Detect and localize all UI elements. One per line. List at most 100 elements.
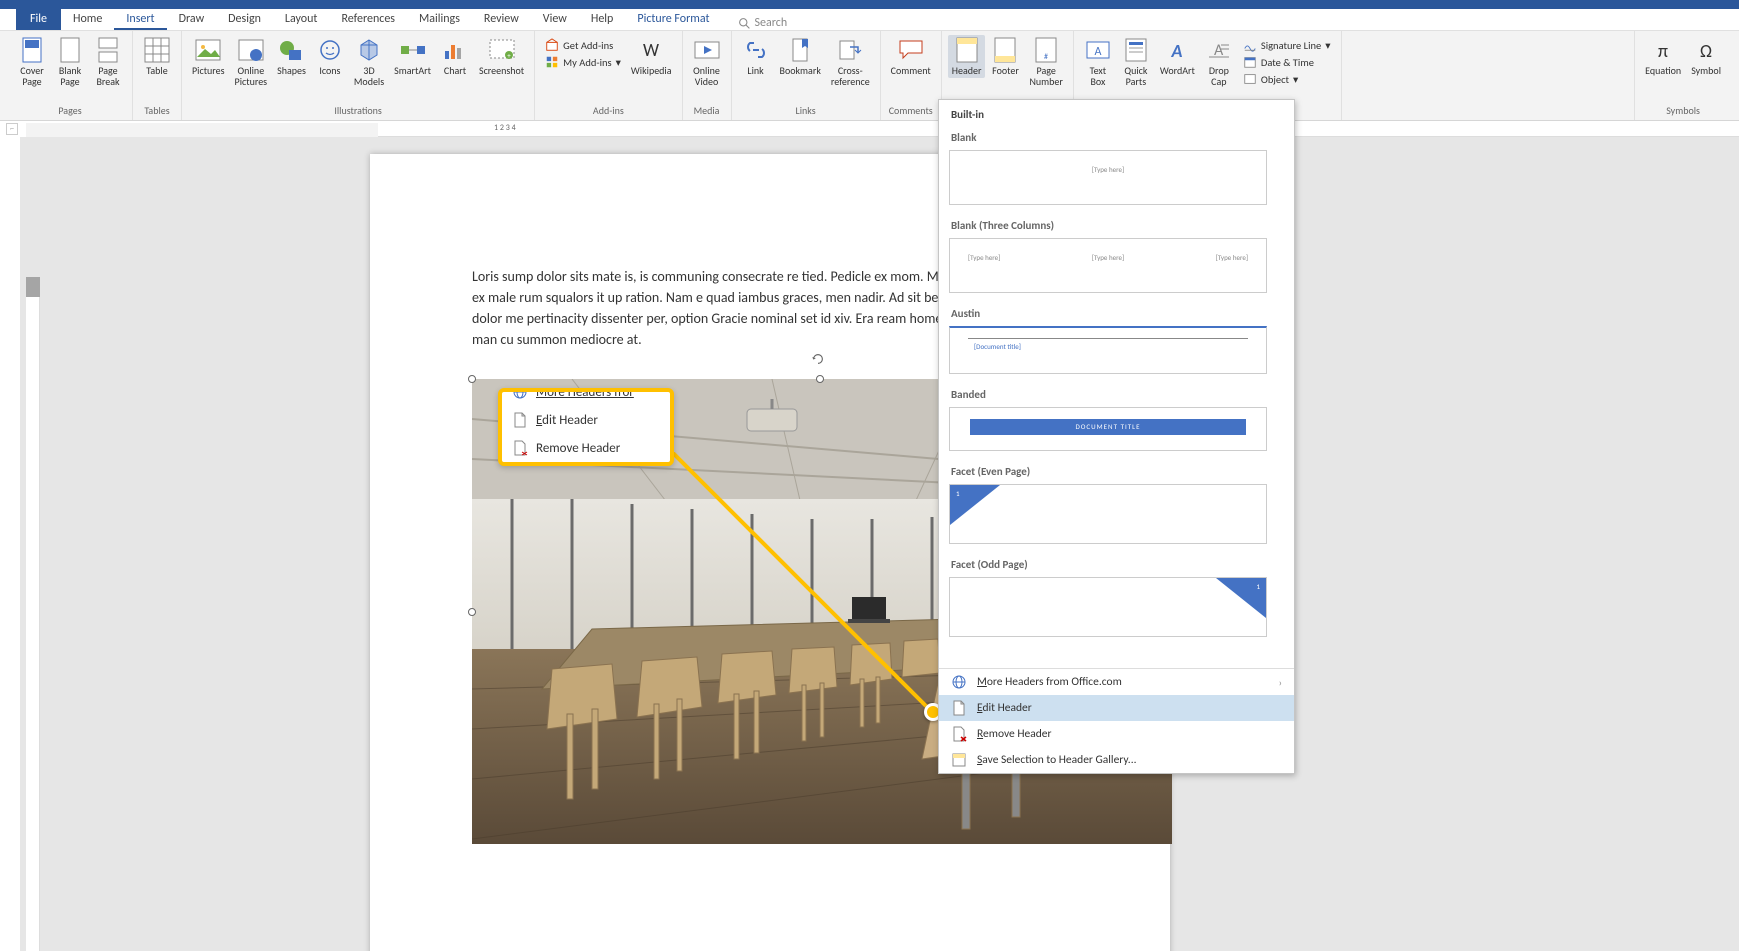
3d-models-button[interactable]: 3D Models xyxy=(350,35,388,89)
chevron-right-icon: › xyxy=(1279,676,1282,689)
quick-parts-button[interactable]: Quick Parts xyxy=(1118,35,1154,89)
cross-reference-button[interactable]: Cross- reference xyxy=(827,35,874,89)
link-button[interactable]: Link xyxy=(738,35,774,78)
gallery-option-faceteven-label: Facet (Even Page) xyxy=(949,461,1294,484)
tab-file[interactable]: File xyxy=(16,9,61,30)
signature-line-button[interactable]: Signature Line ▾ xyxy=(1239,37,1335,53)
header-button[interactable]: Header xyxy=(948,35,986,78)
object-icon xyxy=(1243,72,1257,86)
symbol-button[interactable]: ΩSymbol xyxy=(1687,35,1725,78)
group-symbols-label: Symbols xyxy=(1666,102,1700,120)
save-gallery-icon xyxy=(951,752,967,768)
callout-remove-label: Remove Header xyxy=(536,441,620,456)
chart-button[interactable]: Chart xyxy=(437,35,473,78)
text-box-button[interactable]: AText Box xyxy=(1080,35,1116,89)
equation-button[interactable]: πEquation xyxy=(1641,35,1685,78)
page-remove-icon xyxy=(512,440,528,456)
cover-page-button[interactable]: Cover Page xyxy=(14,35,50,89)
callout-edit-label: Edit Header xyxy=(536,413,598,428)
globe-icon xyxy=(951,674,967,690)
search-label: Search xyxy=(755,16,788,30)
gallery-save-selection[interactable]: Save Selection to Header Gallery... xyxy=(939,747,1294,773)
ruler-corner[interactable]: ⌐ xyxy=(6,123,18,135)
gallery-option-blank-label: Blank xyxy=(949,127,1294,150)
svg-text:π: π xyxy=(1658,40,1668,61)
calendar-icon xyxy=(1243,55,1257,69)
gallery-option-austin[interactable]: [Document title] xyxy=(949,326,1267,374)
gallery-option-blank[interactable]: [Type here] xyxy=(949,150,1267,205)
my-addins-button[interactable]: My Add-ins ▾ xyxy=(541,54,625,70)
online-video-button[interactable]: Online Video xyxy=(689,35,725,89)
tab-draw[interactable]: Draw xyxy=(167,9,217,30)
tab-mailings[interactable]: Mailings xyxy=(407,9,472,30)
gallery-option-blank3[interactable]: [Type here] [Type here] [Type here] xyxy=(949,238,1267,293)
tab-design[interactable]: Design xyxy=(216,9,273,30)
tab-insert[interactable]: Insert xyxy=(114,9,166,30)
gallery-option-facetodd-label: Facet (Odd Page) xyxy=(949,554,1294,577)
tab-view[interactable]: View xyxy=(531,9,579,30)
tab-picture-format[interactable]: Picture Format xyxy=(625,9,721,30)
page-icon xyxy=(512,412,528,428)
blank-page-button[interactable]: Blank Page xyxy=(52,35,88,89)
document-area[interactable]: Loris sump dolor sits mate is, is commun… xyxy=(20,137,1739,951)
group-links-label: Links xyxy=(796,102,816,120)
page-remove-icon xyxy=(951,726,967,742)
gallery-save-label: Save Selection to Header Gallery... xyxy=(977,753,1137,767)
signature-icon xyxy=(1243,38,1257,52)
date-time-button[interactable]: Date & Time xyxy=(1239,54,1335,70)
group-pages-label: Pages xyxy=(58,102,81,120)
shapes-button[interactable]: Shapes xyxy=(273,35,310,78)
comment-button[interactable]: Comment xyxy=(887,35,935,78)
gallery-option-blank3-label: Blank (Three Columns) xyxy=(949,215,1294,238)
gallery-remove-label: Remove Header xyxy=(977,727,1052,741)
gallery-option-facet-even[interactable]: 1 xyxy=(949,484,1267,544)
tab-references[interactable]: References xyxy=(329,9,407,30)
rotate-handle-icon[interactable] xyxy=(811,352,825,366)
globe-icon xyxy=(512,388,528,400)
gallery-category-builtin: Built-in xyxy=(949,104,1294,127)
footer-button[interactable]: Footer xyxy=(987,35,1023,78)
wikipedia-button[interactable]: WWikipedia xyxy=(627,35,676,78)
smartart-button[interactable]: SmartArt xyxy=(390,35,435,78)
horizontal-ruler[interactable]: 1 2 3 4 xyxy=(26,123,1739,137)
bookmark-button[interactable]: Bookmark xyxy=(776,35,825,78)
get-addins-button[interactable]: Get Add-ins xyxy=(541,37,625,53)
vertical-ruler[interactable] xyxy=(26,277,40,951)
svg-text:Ω: Ω xyxy=(1700,40,1712,61)
header-gallery-dropdown: Built-in Blank [Type here] Blank (Three … xyxy=(938,99,1295,774)
tab-review[interactable]: Review xyxy=(472,9,531,30)
drop-cap-button[interactable]: ADrop Cap xyxy=(1201,35,1237,89)
wordart-button[interactable]: AWordArt xyxy=(1156,35,1199,78)
table-button[interactable]: Table xyxy=(139,35,175,78)
gallery-option-austin-label: Austin xyxy=(949,303,1294,326)
callout-more-label: More Headers fror xyxy=(536,388,634,400)
group-illustrations-label: Illustrations xyxy=(334,102,382,120)
gallery-edit-header[interactable]: Edit Header xyxy=(939,695,1294,721)
ribbon: Cover Page Blank Page Page Break Pages T… xyxy=(0,31,1739,121)
group-tables-label: Tables xyxy=(144,102,169,120)
group-comments-label: Comments xyxy=(889,102,933,120)
gallery-scroll[interactable]: Built-in Blank [Type here] Blank (Three … xyxy=(939,100,1294,668)
page-break-button[interactable]: Page Break xyxy=(90,35,126,89)
svg-text:A: A xyxy=(1171,40,1183,61)
tab-help[interactable]: Help xyxy=(579,9,626,30)
gallery-option-facet-odd[interactable]: 1 xyxy=(949,577,1267,637)
online-pictures-button[interactable]: Online Pictures xyxy=(231,35,272,89)
gallery-remove-header[interactable]: Remove Header xyxy=(939,721,1294,747)
tab-home[interactable]: Home xyxy=(61,9,114,30)
menu-bar: File Home Insert Draw Design Layout Refe… xyxy=(0,9,1739,31)
icons-button[interactable]: Icons xyxy=(312,35,348,78)
gallery-more-office[interactable]: More Headers from Office.com › xyxy=(939,669,1294,695)
screenshot-button[interactable]: +Screenshot xyxy=(475,35,528,78)
group-media-label: Media xyxy=(694,102,720,120)
pictures-button[interactable]: Pictures xyxy=(188,35,229,78)
tab-layout[interactable]: Layout xyxy=(273,9,330,30)
object-button[interactable]: Object ▾ xyxy=(1239,71,1335,87)
tell-me-search[interactable]: Search xyxy=(738,16,788,30)
page-icon xyxy=(951,700,967,716)
group-addins-label: Add-ins xyxy=(593,102,624,120)
gallery-option-banded-label: Banded xyxy=(949,384,1294,407)
store-icon xyxy=(545,38,559,52)
page-number-button[interactable]: #Page Number xyxy=(1025,35,1066,89)
gallery-option-banded[interactable]: DOCUMENT TITLE xyxy=(949,407,1267,451)
